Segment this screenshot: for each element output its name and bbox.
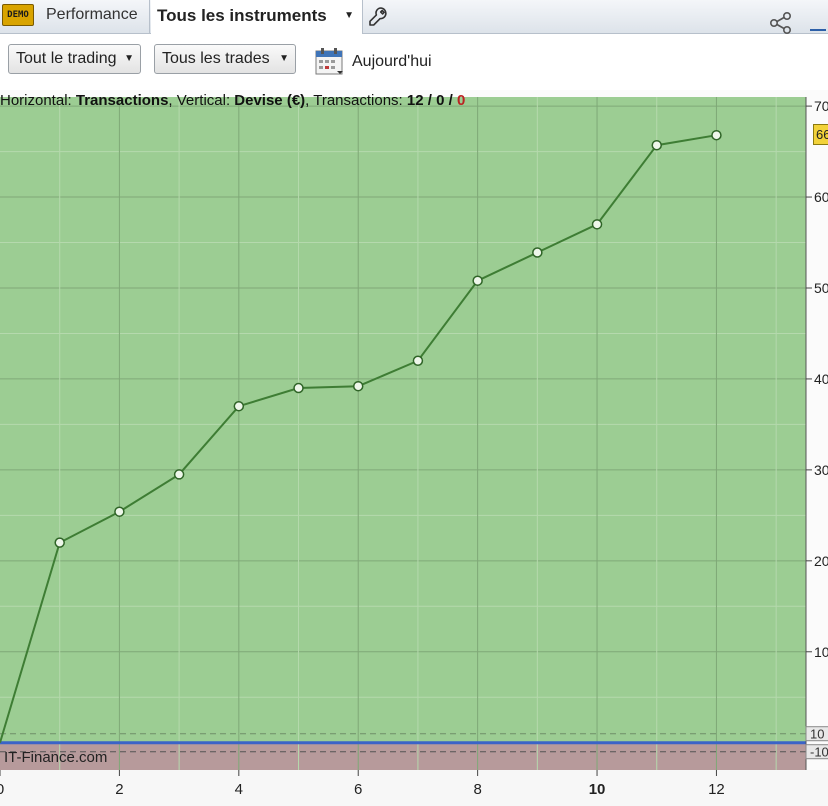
- date-picker-button[interactable]: [314, 46, 346, 78]
- equity-chart: 70 60 50 40 30 20 10 10 -10 0 2 4 6 8 10 12: [0, 90, 828, 806]
- x-tick-label: 4: [235, 781, 243, 798]
- minimize-icon: [810, 29, 826, 31]
- chevron-down-icon: ▼: [279, 53, 289, 64]
- data-point: [472, 275, 483, 286]
- count-separator: /: [423, 92, 437, 109]
- data-point: [352, 380, 364, 392]
- threshold-label: -10: [810, 745, 828, 760]
- x-tick-label: 2: [115, 781, 123, 798]
- data-point: [651, 139, 662, 151]
- y-tick-label: 20: [814, 553, 828, 569]
- vertical-axis-name: Devise (€): [234, 92, 306, 109]
- data-point: [114, 506, 125, 517]
- top-toolbar: DEMO Performance Tous les instruments ▼: [0, 0, 828, 34]
- chevron-down-icon: ▼: [344, 10, 354, 21]
- last-value-badge: 66: [813, 124, 828, 146]
- threshold-label: 10: [810, 727, 824, 742]
- share-icon: [769, 11, 792, 34]
- x-tick-label: 8: [473, 781, 481, 798]
- date-range-label: Aujourd'hui: [352, 53, 432, 70]
- settings-button[interactable]: [366, 5, 390, 29]
- data-point: [293, 382, 304, 394]
- x-tick-label: 0: [0, 781, 4, 798]
- y-tick-label: 40: [814, 371, 828, 387]
- data-point: [532, 247, 543, 258]
- x-axis-band: [0, 770, 828, 806]
- trading-filter-label: Tout le trading: [16, 50, 117, 67]
- x-tick-label: 12: [708, 781, 725, 798]
- y-tick-label: 60: [814, 189, 828, 205]
- filter-bar: Tout le trading ▼ Tous les trades ▼ Aujo…: [0, 34, 828, 90]
- horizontal-axis-name: Transactions: [75, 92, 169, 109]
- data-point: [173, 469, 185, 480]
- chart-info-bar: Horizontal: Transactions, Vertical: Devi…: [0, 92, 465, 109]
- minimize-button[interactable]: [806, 20, 828, 34]
- instruments-selector[interactable]: Tous les instruments ▼: [151, 0, 363, 34]
- count-separator: /: [444, 92, 457, 109]
- x-tick-label: 6: [354, 781, 362, 798]
- loss-zone: [0, 742, 806, 770]
- trades-filter-label: Tous les trades: [162, 50, 270, 67]
- tab-performance[interactable]: Performance: [38, 0, 150, 34]
- data-point: [591, 219, 603, 230]
- x-axis: 0 2 4 6 8 10 12: [0, 770, 828, 806]
- chevron-down-icon: ▼: [124, 53, 134, 64]
- instruments-selector-label: Tous les instruments: [157, 6, 327, 25]
- profit-zone: [0, 97, 806, 743]
- win-count: 12: [406, 92, 424, 109]
- data-point: [54, 537, 65, 548]
- chart-info-prefix: Horizontal:: [0, 92, 76, 109]
- y-tick-label: 10: [814, 644, 828, 660]
- data-point: [412, 355, 424, 366]
- trading-filter-dropdown[interactable]: Tout le trading ▼: [8, 44, 141, 74]
- data-point: [233, 400, 245, 412]
- share-button[interactable]: [768, 10, 794, 36]
- calendar-icon: [315, 48, 343, 75]
- y-tick-label: 70: [814, 98, 828, 114]
- loss-count: 0: [456, 92, 466, 109]
- x-tick-label: 10: [589, 781, 606, 798]
- demo-badge: DEMO: [2, 4, 34, 26]
- chart-info-suffix: , Transactions:: [305, 92, 407, 109]
- chart-info-mid: , Vertical:: [168, 92, 235, 109]
- y-tick-label: 50: [814, 280, 828, 296]
- wrench-icon: [369, 7, 387, 26]
- watermark-label: IT-Finance.com: [4, 749, 108, 766]
- trades-filter-dropdown[interactable]: Tous les trades ▼: [154, 44, 296, 74]
- y-tick-label: 30: [814, 462, 828, 478]
- data-point: [711, 129, 722, 141]
